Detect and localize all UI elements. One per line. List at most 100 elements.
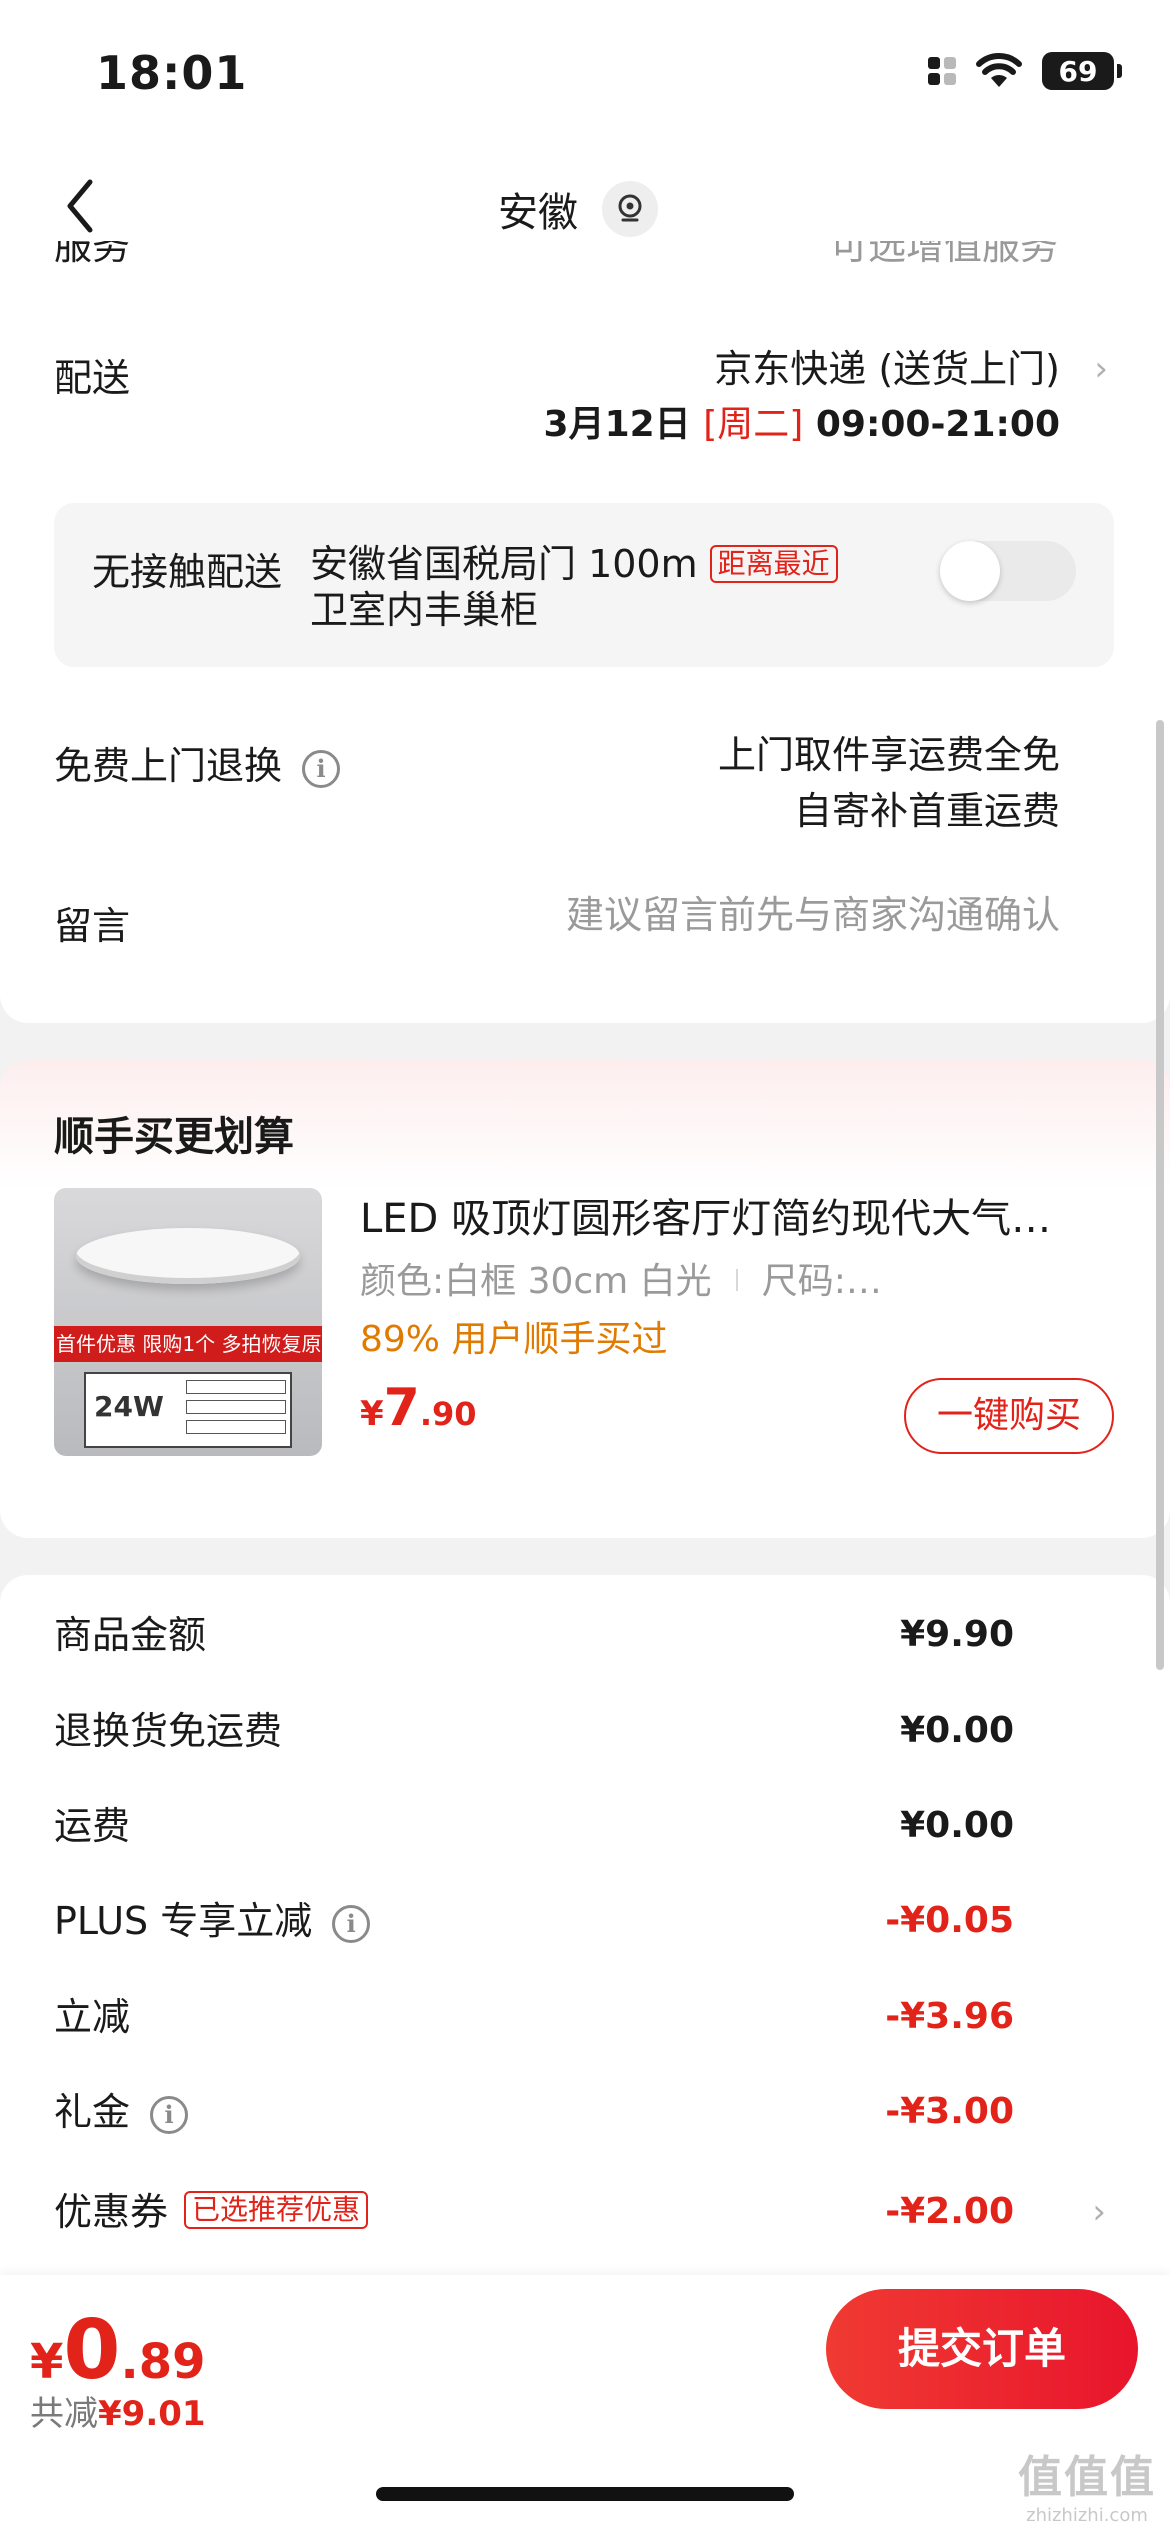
cellular-signal-icon [928, 57, 956, 85]
toggle-knob [940, 541, 1000, 601]
total-integer: 0 [63, 2303, 121, 2398]
product-image[interactable]: 首件优惠 限购1个 多拍恢复原价 24W [54, 1188, 322, 1456]
amount-row: 运费 ¥0.00 [54, 1796, 1114, 1856]
contactless-delivery-box: 无接触配送 安徽省国税局门 100m 距离最近 卫室内丰巢柜 [54, 503, 1114, 667]
contactless-address: 安徽省国税局门 100m 距离最近 卫室内丰巢柜 [310, 541, 870, 633]
page-title: 安徽 [498, 190, 578, 236]
saved-label: 共减 [30, 2394, 98, 2434]
product-name[interactable]: LED 吸顶灯圆形客厅灯简约现代大气… [360, 1186, 1120, 1244]
amount-value: ¥0.00 [900, 1710, 1014, 1751]
amount-label: 立减 [54, 1987, 130, 2047]
delivery-card: 服务 可选增值服务 配送 京东快递 (送货上门) 3月12日 [周二] 09:0… [0, 241, 1170, 1023]
message-input[interactable]: 建议留言前先与商家沟通确认 [566, 887, 1060, 943]
product-image-panel: 24W [84, 1372, 292, 1448]
delivery-label: 配送 [54, 356, 131, 400]
chevron-right-icon[interactable]: › [1094, 349, 1108, 389]
amount-value: -¥3.00 [885, 2091, 1014, 2132]
scrollbar[interactable] [1156, 720, 1164, 1670]
product-price: ¥7.90 [360, 1378, 477, 1438]
lamp-shape [76, 1228, 300, 1284]
total-saved: 共减¥9.01 [30, 2386, 206, 2435]
amount-value: -¥3.96 [885, 1996, 1014, 2037]
amount-row: 退换货免运费 ¥0.00 [54, 1701, 1114, 1761]
nav-title-group: 安徽 [498, 180, 658, 238]
addon-title: 顺手买更划算 [54, 1114, 294, 1160]
home-indicator[interactable] [376, 2487, 794, 2501]
chevron-right-icon[interactable]: › [1092, 2182, 1106, 2242]
returns-value: 上门取件享运费全免 自寄补首重运费 [718, 727, 1060, 839]
price-integer: 7 [383, 1378, 420, 1438]
message-label: 留言 [54, 904, 131, 948]
amount-row: 立减 -¥3.96 [54, 1987, 1114, 2047]
price-currency: ¥ [360, 1394, 384, 1434]
amount-label-text: 立减 [54, 1995, 131, 2039]
delivery-carrier: 京东快递 (送货上门) [714, 347, 1060, 391]
watermark-url: zhizhizhi.com [1026, 2505, 1148, 2526]
contactless-toggle[interactable] [940, 541, 1076, 601]
coupon-tag: 已选推荐优惠 [184, 2191, 369, 2229]
total-price: ¥0.89 [30, 2303, 206, 2398]
watermark-logo: 值值值 zhizhizhi.com [1018, 2441, 1156, 2526]
amount-row: PLUS 专享立减 i -¥0.05 [54, 1891, 1114, 1951]
amount-value: -¥0.05 [885, 1900, 1014, 1941]
one-click-buy-button[interactable]: 一键购买 [904, 1378, 1114, 1454]
returns-label-row: 免费上门退换 i [54, 735, 341, 790]
amount-label: 退换货免运费 [54, 1701, 282, 1761]
nearest-tag: 距离最近 [709, 545, 838, 583]
location-pin-icon [618, 194, 642, 222]
watermark-text: 值值值 [1018, 2452, 1156, 2503]
contactless-address-line1: 安徽省国税局门 100m [310, 542, 698, 586]
delivery-date: 3月12日 [543, 404, 691, 445]
product-image-watt: 24W [94, 1390, 164, 1423]
purchase-rate: 89% 用户顺手买过 [360, 1319, 668, 1360]
amount-label: 优惠券 已选推荐优惠 [54, 2182, 369, 2242]
amount-value: ¥0.00 [900, 1805, 1014, 1846]
amount-label-text: 退换货免运费 [54, 1709, 283, 1753]
returns-line1: 上门取件享运费全免 [717, 733, 1060, 777]
addon-card: 顺手买更划算 首件优惠 限购1个 多拍恢复原价 24W LED 吸顶灯圆形客厅灯… [0, 1060, 1170, 1538]
back-icon[interactable] [54, 170, 114, 240]
checkout-bar: ¥0.89 共减¥9.01 提交订单 值值值 zhizhizhi.com [0, 2275, 1170, 2532]
contactless-label: 无接触配送 [92, 550, 283, 594]
status-bar: 18:01 69 [0, 0, 1170, 150]
submit-order-button[interactable]: 提交订单 [826, 2289, 1138, 2409]
delivery-schedule: 3月12日 [周二] 09:00-21:00 [544, 397, 1060, 453]
spec-color: 颜色:白框 30cm 白光 [360, 1261, 712, 1302]
status-time: 18:01 [96, 46, 248, 100]
price-decimal: .90 [419, 1395, 477, 1433]
amount-label: 商品金额 [54, 1605, 206, 1665]
amount-label-text: 商品金额 [54, 1613, 207, 1657]
amount-label-text: 运费 [54, 1804, 131, 1848]
amount-row: 礼金 i -¥3.00 [54, 2082, 1114, 2142]
amount-row: 商品金额 ¥9.90 [54, 1605, 1114, 1665]
service-row-partial[interactable]: 服务 可选增值服务 [54, 241, 1114, 275]
service-value: 可选增值服务 [829, 241, 1058, 268]
delivery-time: 09:00-21:00 [815, 404, 1060, 445]
product-spec: 颜色:白框 30cm 白光 尺码:… [360, 1252, 882, 1304]
amount-label: 礼金 i [54, 2082, 189, 2142]
wifi-icon [976, 53, 1022, 87]
location-button[interactable] [602, 181, 658, 237]
returns-label: 免费上门退换 [54, 744, 283, 788]
delivery-value[interactable]: 京东快递 (送货上门) 3月12日 [周二] 09:00-21:00 [544, 341, 1060, 453]
info-icon[interactable]: i [150, 2096, 189, 2134]
info-icon[interactable]: i [302, 750, 341, 788]
info-icon[interactable]: i [332, 1905, 371, 1943]
amount-label-text: 优惠券 [54, 2190, 169, 2234]
amount-card: 商品金额 ¥9.90 退换货免运费 ¥0.00 运费 ¥0.00 PLUS 专享立减 i -¥0… [0, 1575, 1170, 2275]
returns-line2: 自寄补首重运费 [793, 789, 1060, 833]
contactless-address-line2: 卫室内丰巢柜 [310, 588, 539, 632]
product-image-banner: 首件优惠 限购1个 多拍恢复原价 [54, 1326, 322, 1362]
delivery-weekday: [周二] [703, 404, 804, 445]
amount-label: 运费 [54, 1796, 130, 1856]
amount-label-text: PLUS 专享立减 [54, 1899, 313, 1943]
total-decimal: .89 [120, 2334, 206, 2390]
amount-row[interactable]: 优惠券 已选推荐优惠 -¥2.00 › [54, 2182, 1114, 2242]
amount-value: ¥9.90 [900, 1614, 1014, 1655]
total-currency: ¥ [30, 2334, 64, 2390]
battery-icon: 69 [1042, 52, 1122, 90]
amount-label: PLUS 专享立减 i [54, 1891, 371, 1951]
spec-size: 尺码:… [761, 1261, 882, 1302]
status-icons: 69 [928, 52, 1122, 90]
amount-value: -¥2.00 [885, 2191, 1014, 2232]
